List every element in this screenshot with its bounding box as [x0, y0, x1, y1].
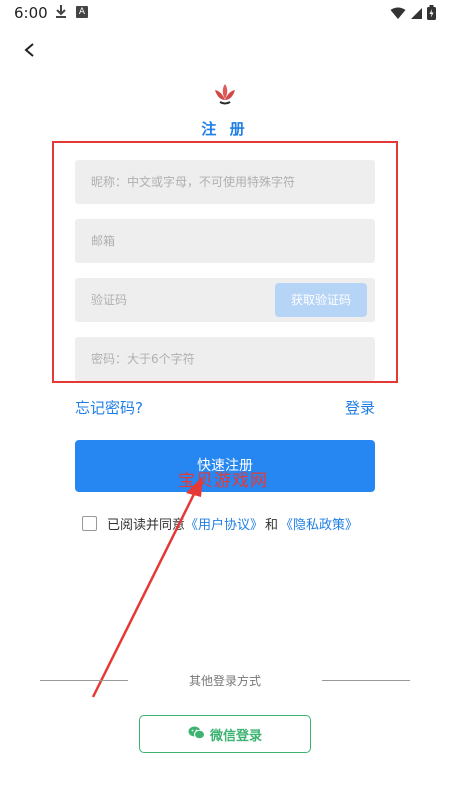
download-icon: [55, 4, 67, 23]
notification-a-icon: A: [76, 6, 88, 18]
wechat-login-button[interactable]: 微信登录: [139, 715, 311, 753]
battery-icon: [427, 5, 436, 24]
wechat-login-label: 微信登录: [209, 728, 262, 744]
divider-right: [322, 680, 410, 681]
app-logo-icon: [211, 80, 239, 108]
password-field[interactable]: [75, 337, 375, 381]
get-code-button[interactable]: 获取验证码: [275, 283, 367, 317]
register-button[interactable]: 快速注册: [75, 440, 375, 492]
agreement-checkbox[interactable]: [82, 515, 97, 531]
code-input[interactable]: [75, 278, 265, 322]
page-title: 注 册: [201, 120, 249, 138]
password-input[interactable]: [75, 337, 375, 381]
agreement-and: 和: [265, 517, 279, 533]
code-field[interactable]: 获取验证码: [75, 278, 375, 322]
login-link[interactable]: 登录: [345, 397, 375, 418]
privacy-policy-link[interactable]: 《隐私政策》: [280, 514, 358, 533]
email-field[interactable]: [75, 219, 375, 263]
nickname-field[interactable]: [75, 160, 375, 204]
agreement-text: 已阅读并同意: [107, 517, 186, 533]
forgot-password-link[interactable]: 忘记密码?: [75, 397, 143, 418]
agreement-row: 已阅读并同意 《用户协议》 和 《隐私政策》: [82, 513, 358, 533]
back-button[interactable]: [16, 36, 44, 64]
status-time: 6:00: [14, 4, 48, 22]
wifi-icon: [390, 5, 406, 24]
email-input[interactable]: [75, 219, 375, 263]
status-bar: 6:00 A: [0, 0, 450, 26]
nickname-input[interactable]: [75, 160, 375, 204]
status-right-icons: [390, 5, 436, 24]
user-agreement-link[interactable]: 《用户协议》: [185, 514, 263, 533]
wechat-icon: [188, 725, 205, 744]
signal-icon: [410, 5, 423, 24]
chevron-left-icon: [24, 43, 34, 57]
